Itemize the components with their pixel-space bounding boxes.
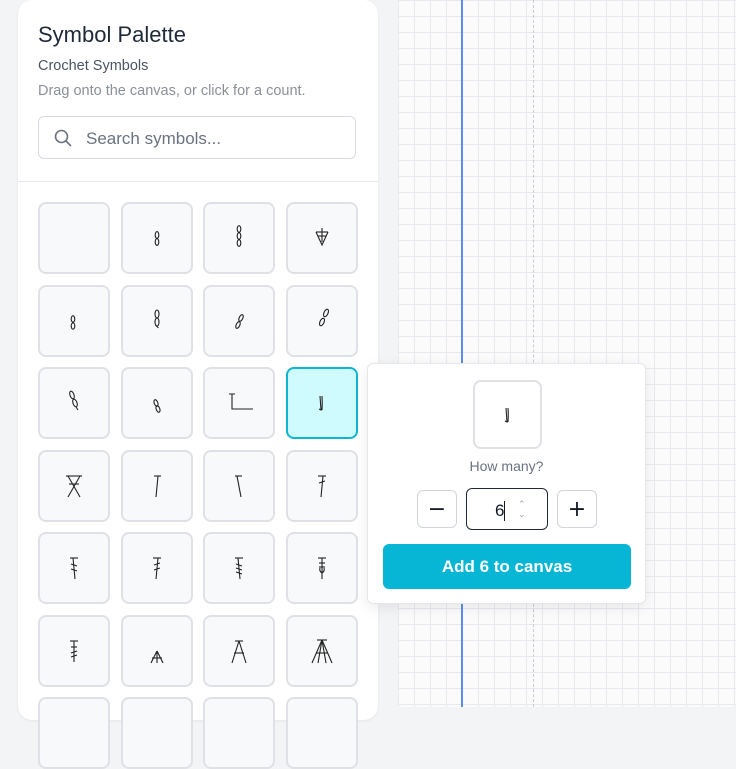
symbol-tile[interactable]	[38, 532, 110, 604]
triple-treble-icon	[317, 557, 326, 579]
search-box	[38, 116, 356, 159]
slip-stitch-v-icon	[315, 228, 328, 247]
symbol-tile[interactable]	[120, 614, 193, 687]
symbol-tile[interactable]	[38, 449, 110, 522]
symbol-tile[interactable]	[120, 532, 193, 604]
symbol-tile[interactable]	[203, 202, 275, 274]
symbol-tile[interactable]	[285, 532, 358, 604]
symbol-tile[interactable]	[38, 367, 110, 439]
symbol-tile[interactable]	[120, 697, 193, 769]
chain-slant-tall-icon	[318, 308, 329, 326]
symbol-tile[interactable]	[285, 202, 358, 274]
symbol-tile[interactable]	[203, 367, 275, 439]
symbol-tile[interactable]	[120, 449, 193, 522]
symbol-tile[interactable]	[38, 614, 110, 687]
turning-chain-icon	[229, 393, 253, 410]
search-icon	[54, 129, 72, 147]
double-treble-alt-icon	[70, 639, 78, 662]
single-line-icon	[504, 407, 509, 423]
chain-small-icon	[70, 314, 76, 330]
cross-stitch-icon	[66, 474, 82, 497]
quantity-input[interactable]: 6 ⌃ ⌄	[466, 488, 548, 530]
symbol-tile[interactable]	[203, 532, 275, 604]
chain-stitch-icon	[154, 231, 159, 246]
symbol-tile[interactable]	[38, 202, 110, 274]
double-chain-icon	[236, 225, 242, 247]
symbol-tile-selected[interactable]	[285, 367, 358, 439]
treble-slant-icon	[152, 557, 161, 580]
chain-twisted-icon	[69, 390, 79, 411]
decrease-3-icon	[231, 639, 247, 663]
symbol-tile[interactable]	[203, 284, 275, 357]
half-double-slant-icon	[235, 474, 242, 497]
symbol-tile[interactable]	[285, 614, 358, 687]
symbol-tile[interactable]	[38, 697, 110, 769]
single-line-icon	[318, 395, 323, 411]
spinner-arrows-icon[interactable]: ⌃ ⌄	[518, 499, 526, 519]
half-double-icon	[153, 474, 161, 497]
empty-symbol-icon	[52, 216, 96, 260]
quantity-popover: How many? − 6 ⌃ ⌄ + Add 6 to canvas	[367, 363, 646, 604]
divider	[18, 181, 378, 182]
palette-title: Symbol Palette	[38, 22, 186, 47]
chain-slant-icon	[235, 313, 244, 329]
symbol-grid	[38, 202, 358, 769]
symbol-tile[interactable]	[203, 449, 275, 522]
treble-icon	[70, 557, 78, 580]
symbol-tile[interactable]	[285, 697, 358, 769]
chain-tilt-icon	[152, 399, 161, 413]
symbol-tile[interactable]	[120, 202, 193, 274]
symbol-tile[interactable]	[203, 614, 275, 687]
symbol-tile[interactable]	[203, 697, 275, 769]
symbol-tile[interactable]	[38, 284, 110, 357]
how-many-label: How many?	[469, 458, 544, 474]
palette-hint: Drag onto the canvas, or click for a cou…	[38, 83, 306, 99]
double-treble-icon	[235, 557, 243, 580]
search-input[interactable]	[84, 125, 348, 153]
text-caret	[504, 501, 505, 521]
decrement-button[interactable]: −	[417, 490, 457, 528]
symbol-palette-panel: Symbol Palette Crochet Symbols Drag onto…	[18, 0, 378, 769]
chain-tall-icon	[153, 308, 160, 328]
decrease-2-icon	[150, 650, 163, 663]
symbol-tile[interactable]	[120, 284, 193, 357]
add-to-canvas-button[interactable]: Add 6 to canvas	[383, 544, 631, 589]
palette-subtitle: Crochet Symbols	[38, 58, 149, 74]
double-crochet-icon	[317, 474, 326, 497]
symbol-tile[interactable]	[120, 367, 193, 439]
increment-button[interactable]: +	[557, 490, 597, 528]
decrease-4-icon	[310, 638, 333, 663]
selected-symbol-preview	[473, 380, 542, 449]
symbol-tile[interactable]	[285, 449, 358, 522]
symbol-tile[interactable]	[285, 284, 358, 357]
